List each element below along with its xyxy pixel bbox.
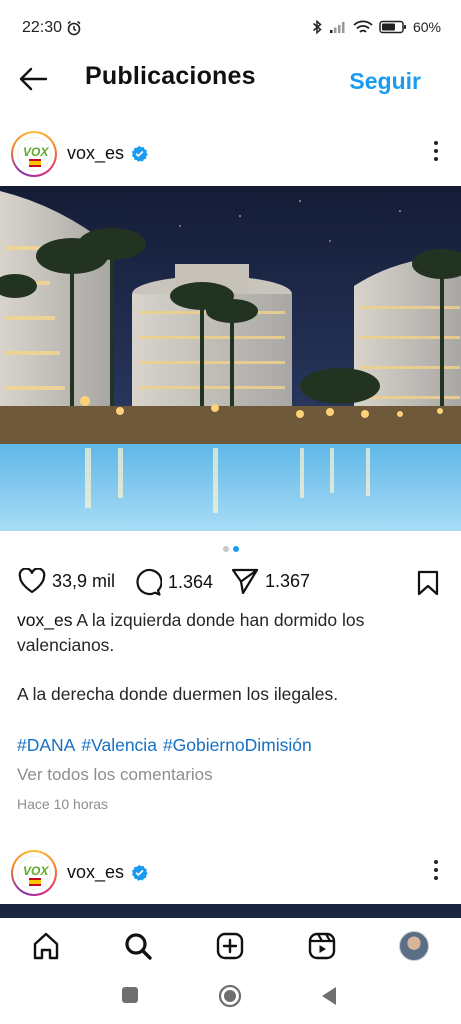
post-header: VOX vox_es [0,850,461,900]
page-title: Publicaciones [85,62,256,90]
like-count: 33,9 mil [52,570,116,591]
send-icon [231,568,259,594]
verified-badge-icon [131,145,148,162]
spain-flag-icon [29,878,41,886]
comment-button[interactable]: 1.364 [134,568,213,596]
share-count: 1.367 [265,570,311,591]
follow-button[interactable]: Seguir [349,68,421,95]
home-icon[interactable] [30,930,62,962]
view-all-comments-link[interactable]: Ver todos los comentarios [17,765,213,785]
avatar[interactable]: VOX [11,131,57,177]
hashtags: #DANA #Valencia #GobiernoDimisión [17,735,312,756]
comment-count: 1.364 [168,571,214,592]
caption-line-2: A la derecha donde duermen los ilegales. [17,684,339,704]
verified-badge-icon [131,864,148,881]
vox-logo: VOX [17,856,51,890]
profile-avatar [399,931,429,961]
caption-username[interactable]: vox_es [17,610,72,630]
battery-icon [379,20,406,34]
wifi-icon [353,20,373,33]
post-username[interactable]: vox_es [67,143,124,164]
spain-flag-icon [29,159,41,167]
search-icon[interactable] [122,930,154,962]
share-button[interactable]: 1.367 [231,568,310,594]
bottom-navigation [0,918,461,974]
profile-tab[interactable] [398,930,430,962]
carousel-dot [222,546,229,552]
hashtag-link[interactable]: #Valencia [81,735,157,756]
signal-icon [329,22,345,33]
alarm-icon [67,20,81,36]
status-time: 22:30 [22,19,63,36]
like-button[interactable]: 33,9 mil [18,568,115,594]
post-image[interactable] [0,186,461,531]
back-triangle-icon[interactable] [320,986,338,1006]
post-caption: vox_es A la izquierda donde han dormido … [17,608,427,658]
bookmark-icon[interactable] [417,570,439,596]
more-options-icon[interactable] [433,860,439,884]
post-header: VOX vox_es [0,131,461,181]
arrow-left-icon[interactable] [18,66,48,92]
carousel-dot-active [232,546,239,552]
avatar[interactable]: VOX [11,850,57,896]
create-icon[interactable] [214,930,246,962]
more-options-icon[interactable] [433,141,439,165]
bluetooth-icon [312,19,322,35]
top-header: Publicaciones Seguir [0,56,461,104]
hashtag-link[interactable]: #DANA [17,735,75,756]
system-navigation-bar [0,974,461,1024]
reels-icon[interactable] [306,930,338,962]
status-bar: 22:30 60% [0,0,461,56]
post-username[interactable]: vox_es [67,862,124,883]
recents-icon[interactable] [121,986,139,1004]
heart-icon [18,568,46,594]
battery-percentage: 60% [412,19,441,35]
vox-logo: VOX [17,137,51,171]
post-image[interactable] [0,904,461,918]
home-button-icon[interactable] [218,984,242,1008]
hashtag-link[interactable]: #GobiernoDimisión [163,735,312,756]
status-indicators: 60% [312,19,441,35]
hotel-night-photo [0,186,461,531]
comment-icon [136,568,162,596]
carousel-indicator [0,546,461,552]
post-actions: 33,9 mil 1.364 1.367 [0,568,461,598]
post-timestamp: Hace 10 horas [17,796,109,812]
